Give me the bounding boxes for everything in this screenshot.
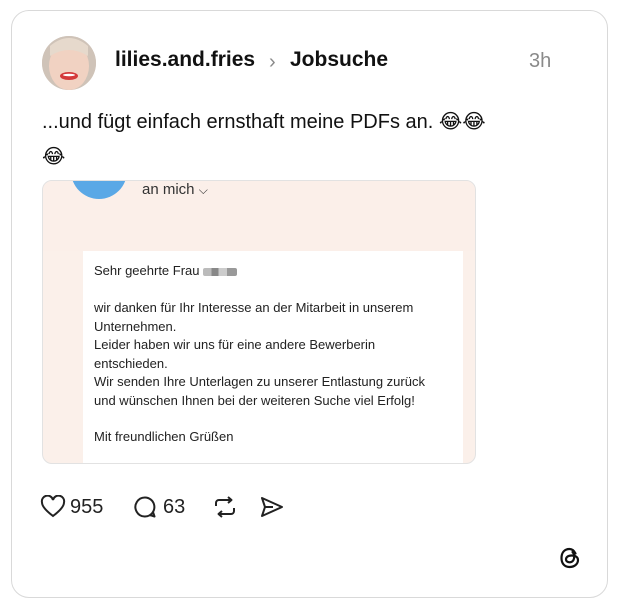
repost-icon	[215, 496, 235, 518]
recipient-label: an mich	[142, 181, 195, 198]
topic-tag[interactable]: Jobsuche	[290, 48, 388, 72]
heart-icon	[40, 495, 66, 518]
email-greeting: Sehr geehrte Frau	[94, 263, 237, 278]
email-line: entschieden.	[94, 356, 168, 371]
reply-button[interactable]: 63	[133, 495, 185, 519]
redacted-name	[202, 267, 237, 276]
like-button[interactable]: 955	[40, 495, 103, 519]
email-recipient: an mich ⌵	[142, 181, 208, 198]
chevron-right-icon: ›	[269, 51, 276, 73]
laughing-emoji: 😂😂	[438, 109, 486, 133]
repost-button[interactable]	[212, 495, 238, 519]
chevron-down-icon: ⌵	[198, 183, 208, 197]
like-count: 955	[70, 495, 104, 518]
email-closing: Mit freundlichen Grüßen	[94, 429, 234, 444]
sender-avatar	[71, 181, 127, 199]
email-header: an mich ⌵	[43, 181, 475, 251]
post-image[interactable]: an mich ⌵ Sehr geehrte Frau wir danken f…	[42, 180, 476, 464]
post-text: ...und fügt einfach ernsthaft meine PDFs…	[42, 104, 562, 174]
email-line: Unternehmen.	[94, 319, 177, 334]
email-line: Leider haben wir uns für eine andere Bew…	[94, 337, 376, 352]
laughing-emoji: 😂	[42, 144, 66, 168]
email-line: Wir senden Ihre Unterlagen zu unserer En…	[94, 374, 425, 389]
author-name[interactable]: lilies.and.fries	[115, 48, 255, 72]
post-time: 3h	[529, 50, 552, 72]
greeting-text: Sehr geehrte Frau	[94, 263, 200, 278]
email-line: wir danken für Ihr Interesse an der Mita…	[94, 300, 414, 315]
threads-logo-icon	[560, 547, 580, 569]
share-button[interactable]	[259, 495, 285, 519]
email-line: und wünschen Ihnen bei der weiteren Such…	[94, 393, 415, 408]
reply-count: 63	[163, 495, 186, 518]
post-body: ...und fügt einfach ernsthaft meine PDFs…	[42, 111, 434, 133]
avatar[interactable]	[42, 36, 96, 90]
comment-icon	[134, 496, 156, 518]
send-icon	[261, 497, 283, 517]
